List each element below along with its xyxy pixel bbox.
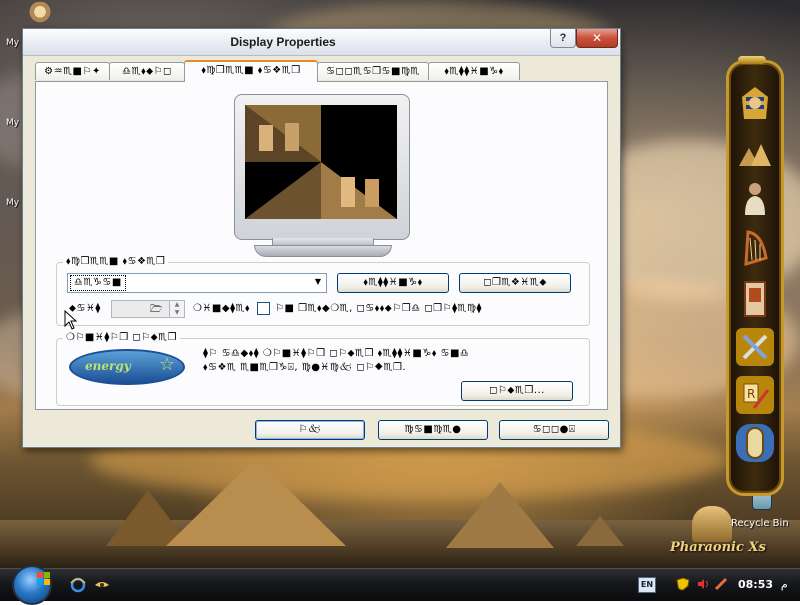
minutes-label: ❍♓■◆⧫♏⬧ <box>193 303 250 314</box>
tab-settings[interactable]: ⬧♏⧫⧫♓■♑⬧ <box>428 62 520 80</box>
screensaver-select-value: ♎♏♑♋■ <box>70 275 126 291</box>
screensaver-group-label: ⬧♍❒♏♏■ ⬧♋❖♏❒ <box>63 256 169 267</box>
desktop-icon-label[interactable]: My <box>6 118 19 128</box>
harp-icon[interactable] <box>736 228 774 266</box>
resume-password-label[interactable]: ⚐■ ❒♏⬧◆❍♏, ◻♋⬧⬧⬥⚐❒♎ ◻❒⚐⧫♏♍⧫ <box>275 303 482 314</box>
sphinx-logo-icon <box>692 506 732 542</box>
pyramids-icon[interactable] <box>736 134 774 172</box>
svg-text:R: R <box>747 387 755 401</box>
desktop-icon-label[interactable]: My <box>6 198 19 208</box>
spin-arrows[interactable]: ▲ ▼ <box>169 301 184 317</box>
monitor-power-group: ❍⚐■♓⧫⚐❒ ◻⚐⬥♏❒ energy ☆ ⧫⚐ ♋♎◆⬧⧫ ❍⚐■♓⧫⚐❒ … <box>56 332 590 406</box>
screensaver-select[interactable]: ♎♏♑♋■ ▼ <box>67 273 327 293</box>
power-button[interactable]: ◻⚐⬥♏❒... <box>461 381 573 401</box>
tab-panel-screen-saver: ⬧♍❒♏♏■ ⬧♋❖♏❒ ♎♏♑♋■ ▼ ⬧♏⧫⧫♓■♑⬧ ◻❒♏❖♓♏⬥ ⬥♋… <box>35 81 608 410</box>
power-description-line2: ⬧♋❖♏ ♏■♏❒♑⍓, ♍●♓♍🙵 ◻⚐⬥♏❒. <box>203 362 407 373</box>
taskbar-clock[interactable]: 08:53 م <box>738 578 788 591</box>
help-button[interactable]: ? <box>550 29 576 48</box>
pharaoh-mask-icon[interactable] <box>736 84 774 122</box>
network-icon[interactable] <box>714 577 728 591</box>
tab-desktop[interactable]: ♎♏⬧⬥⚐◻ <box>109 62 185 80</box>
monitor-preview <box>234 94 410 240</box>
apply-button[interactable]: ♋◻◻●⍓ <box>499 420 609 440</box>
folder-icon: 🗁 <box>150 304 163 315</box>
ok-button[interactable]: ⚐🙵 <box>255 420 365 440</box>
cancel-button[interactable]: ♍♋■♍♏● <box>378 420 488 440</box>
windows-logo-icon <box>37 572 51 586</box>
scribe-statue-icon[interactable] <box>736 180 774 218</box>
cartouche-icon[interactable] <box>736 424 774 462</box>
window-titlebar[interactable]: Display Properties ? ✕ <box>23 29 620 56</box>
start-button[interactable] <box>12 565 52 605</box>
password-protect-checkbox[interactable] <box>257 302 270 315</box>
internet-explorer-icon[interactable] <box>70 577 86 593</box>
volume-icon[interactable] <box>696 577 710 591</box>
tab-appearance[interactable]: ♋◻◻♏♋❒♋■♍♏ <box>317 62 429 80</box>
security-shield-icon[interactable] <box>676 577 690 591</box>
desktop-icon-label[interactable]: My <box>6 38 19 48</box>
tools-icon[interactable] <box>736 328 774 366</box>
power-description-line1: ⧫⚐ ♋♎◆⬧⧫ ❍⚐■♓⧫⚐❒ ◻⚐⬥♏❒ ⬧♏⧫⧫♓■♑⬧ ♋■♎ <box>203 348 470 359</box>
monitor-stand <box>254 245 392 257</box>
chevron-down-icon[interactable]: ▼ <box>311 275 325 289</box>
edit-tools-icon[interactable]: R <box>736 376 774 414</box>
dock-top-knob <box>738 56 766 64</box>
pyramid-far <box>576 516 624 546</box>
eye-of-horus-icon[interactable] <box>94 577 110 593</box>
papyrus-book-icon[interactable] <box>736 280 774 318</box>
screensaver-group: ⬧♍❒♏♏■ ⬧♋❖♏❒ ♎♏♑♋■ ▼ ⬧♏⧫⧫♓■♑⬧ ◻❒♏❖♓♏⬥ ⬥♋… <box>56 256 590 326</box>
star-icon: ☆ <box>158 354 175 375</box>
preview-button[interactable]: ◻❒♏❖♓♏⬥ <box>459 273 571 293</box>
pyramid-right <box>446 482 554 548</box>
desktop-top-icon[interactable] <box>26 2 54 30</box>
clock-time: 08:53 <box>738 578 774 591</box>
energy-logo-text: energy <box>85 359 131 373</box>
taskbar: EN 08:53 م <box>0 565 800 605</box>
pharaonic-brand-text: Pharaonic Xs <box>670 540 766 555</box>
pyramid-large <box>166 458 346 546</box>
close-button[interactable]: ✕ <box>576 29 618 48</box>
energy-star-logo: energy ☆ <box>69 349 185 385</box>
display-properties-window: Display Properties ? ✕ ⚙♒♏■⚐✦ ♎♏⬧⬥⚐◻ ⬧♍❒… <box>22 28 621 448</box>
tab-themes[interactable]: ⚙♒♏■⚐✦ <box>35 62 110 80</box>
mouse-cursor-icon <box>64 310 78 330</box>
recycle-bin-label[interactable]: Recycle Bin <box>731 518 789 529</box>
language-indicator[interactable]: EN <box>638 577 656 593</box>
monitor-power-group-label: ❍⚐■♓⧫⚐❒ ◻⚐⬥♏❒ <box>63 332 181 343</box>
clock-suffix: م <box>780 578 788 591</box>
tab-screen-saver[interactable]: ⬧♍❒♏♏■ ⬧♋❖♏❒ <box>184 60 318 82</box>
screensaver-preview-image <box>245 105 397 219</box>
settings-button[interactable]: ⬧♏⧫⧫♓■♑⬧ <box>337 273 449 293</box>
window-title: Display Properties <box>230 35 336 49</box>
wait-minutes-spinner[interactable]: 🗁 ▲ ▼ <box>111 300 185 318</box>
